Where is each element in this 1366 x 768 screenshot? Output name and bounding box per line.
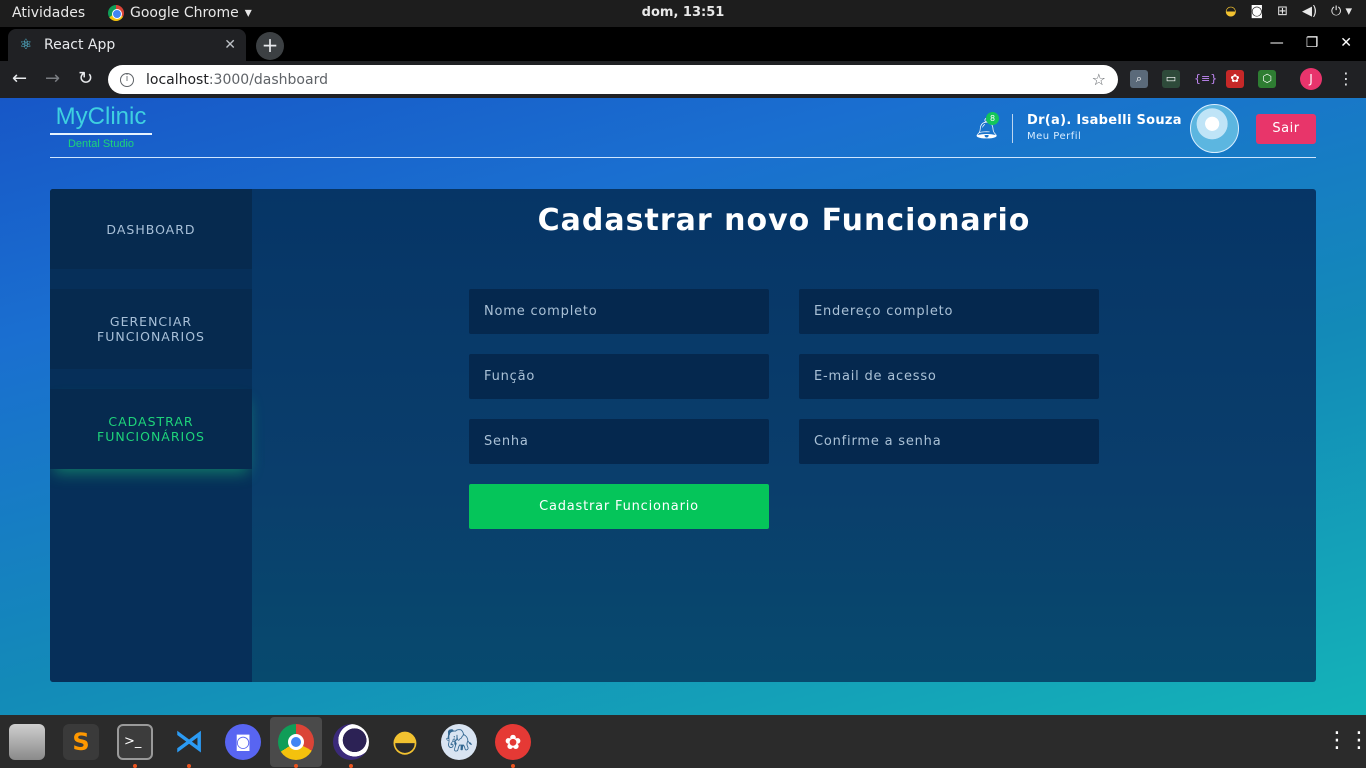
clock[interactable]: dom, 13:51 [0,5,1366,20]
network-icon[interactable]: ⊞ [1277,4,1288,19]
header-underline [50,157,1316,158]
extension-nodejs-icon[interactable]: ⬡ [1258,70,1276,88]
page-title: Cadastrar novo Funcionario [537,203,1031,238]
user-name: Dr(a). Isabelli Souza [1027,113,1182,128]
role-field[interactable] [469,354,769,399]
vscode-icon[interactable]: ⋊ [171,724,207,760]
extension-redux-icon[interactable]: ✿ [1226,70,1244,88]
extension-window-icon[interactable]: ▭ [1162,70,1180,88]
volume-icon[interactable]: ◀) [1302,4,1317,19]
running-indicator [187,764,191,768]
running-indicator [349,764,353,768]
reload-icon[interactable]: ↻ [78,69,93,89]
back-icon[interactable]: ← [12,69,27,89]
running-indicator [294,764,298,768]
close-window-icon[interactable]: ✕ [1340,35,1352,51]
discord-icon[interactable]: ◙ [225,724,261,760]
weather-icon[interactable]: ◒ [1225,4,1236,19]
web-page: MyClinic Dental Studio 🔔︎ 8 Dr(a). Isabe… [0,98,1366,715]
system-top-bar: Atividades Google Chrome ▾ dom, 13:51 ◒ … [0,0,1366,27]
sidebar-item-label: CADASTRAR FUNCIONÁRIOS [97,414,205,444]
forward-icon[interactable]: → [45,69,60,89]
react-icon: ⚛ [19,37,33,53]
url-host: localhost [146,71,209,88]
confirm-password-field[interactable] [799,419,1099,464]
profile-link[interactable]: Meu Perfil [1027,131,1081,142]
brand-logo[interactable]: MyClinic Dental Studio [50,103,152,150]
full-name-field[interactable] [469,289,769,334]
chrome-icon[interactable] [278,724,314,760]
logout-button[interactable]: Sair [1256,114,1316,144]
insomnia-icon[interactable]: ✿ [495,724,531,760]
mongodb-compass-icon[interactable]: ◓ [387,724,423,760]
url-path: :3000/dashboard [208,71,328,88]
address-field[interactable] [799,289,1099,334]
app-grid-icon[interactable]: ⋮⋮⋮ [1326,730,1366,754]
running-indicator [511,764,515,768]
dock: S >_ ⋊ ◙ ◓ 🐘︎ ✿ ⋮⋮⋮ [0,715,1366,768]
password-field[interactable] [469,419,769,464]
address-bar[interactable]: i localhost:3000/dashboard ☆ [108,65,1118,94]
avatar[interactable] [1190,104,1239,153]
postgres-icon[interactable]: 🐘︎ [441,724,477,760]
discord-icon[interactable]: ◙ [1250,4,1263,19]
files-icon[interactable] [9,724,45,760]
browser-tab[interactable]: ⚛ React App ✕ [8,29,246,61]
terminal-icon[interactable]: >_ [117,724,153,760]
browser-toolbar: ← → ↻ i localhost:3000/dashboard ☆ ⌕ ▭ {… [0,61,1366,98]
brand-subtitle: Dental Studio [67,138,135,150]
power-icon[interactable]: ⏻ ▾ [1331,4,1352,19]
sidebar-item-register-employees[interactable]: CADASTRAR FUNCIONÁRIOS [50,389,252,469]
sublime-text-icon[interactable]: S [63,724,99,760]
menu-kebab-icon[interactable]: ⋮ [1338,69,1354,88]
browser-tab-strip: ⚛ React App ✕ + — ❐ ✕ [0,27,1366,61]
profile-avatar[interactable]: J [1300,68,1322,90]
dashboard-panel: DASHBOARD GERENCIAR FUNCIONARIOS CADASTR… [50,189,1316,682]
new-tab-button[interactable]: + [256,32,284,60]
notification-badge: 8 [986,112,999,125]
extension-search-icon[interactable]: ⌕ [1130,70,1148,88]
register-employee-button[interactable]: Cadastrar Funcionario [469,484,769,529]
window-controls: — ❐ ✕ [1270,35,1352,51]
eclipse-icon[interactable] [333,724,369,760]
info-icon[interactable]: i [120,72,134,87]
brand-name: MyClinic [50,103,152,135]
header-divider [1012,114,1013,143]
minimize-icon[interactable]: — [1270,35,1284,51]
extension-json-icon[interactable]: {≡} [1194,70,1217,88]
sidebar-item-dashboard[interactable]: DASHBOARD [50,189,252,269]
running-indicator [133,764,137,768]
email-field[interactable] [799,354,1099,399]
sidebar-item-manage-employees[interactable]: GERENCIAR FUNCIONARIOS [50,289,252,369]
system-tray[interactable]: ◒ ◙ ⊞ ◀) ⏻ ▾ [1225,4,1352,19]
sidebar: DASHBOARD GERENCIAR FUNCIONARIOS CADASTR… [50,189,252,682]
sidebar-item-label: DASHBOARD [106,221,196,237]
bookmark-star-icon[interactable]: ☆ [1092,70,1106,89]
restore-icon[interactable]: ❐ [1306,35,1319,51]
sidebar-item-label: GERENCIAR FUNCIONARIOS [97,314,205,344]
tab-title: React App [44,37,116,53]
close-icon[interactable]: ✕ [224,37,236,53]
